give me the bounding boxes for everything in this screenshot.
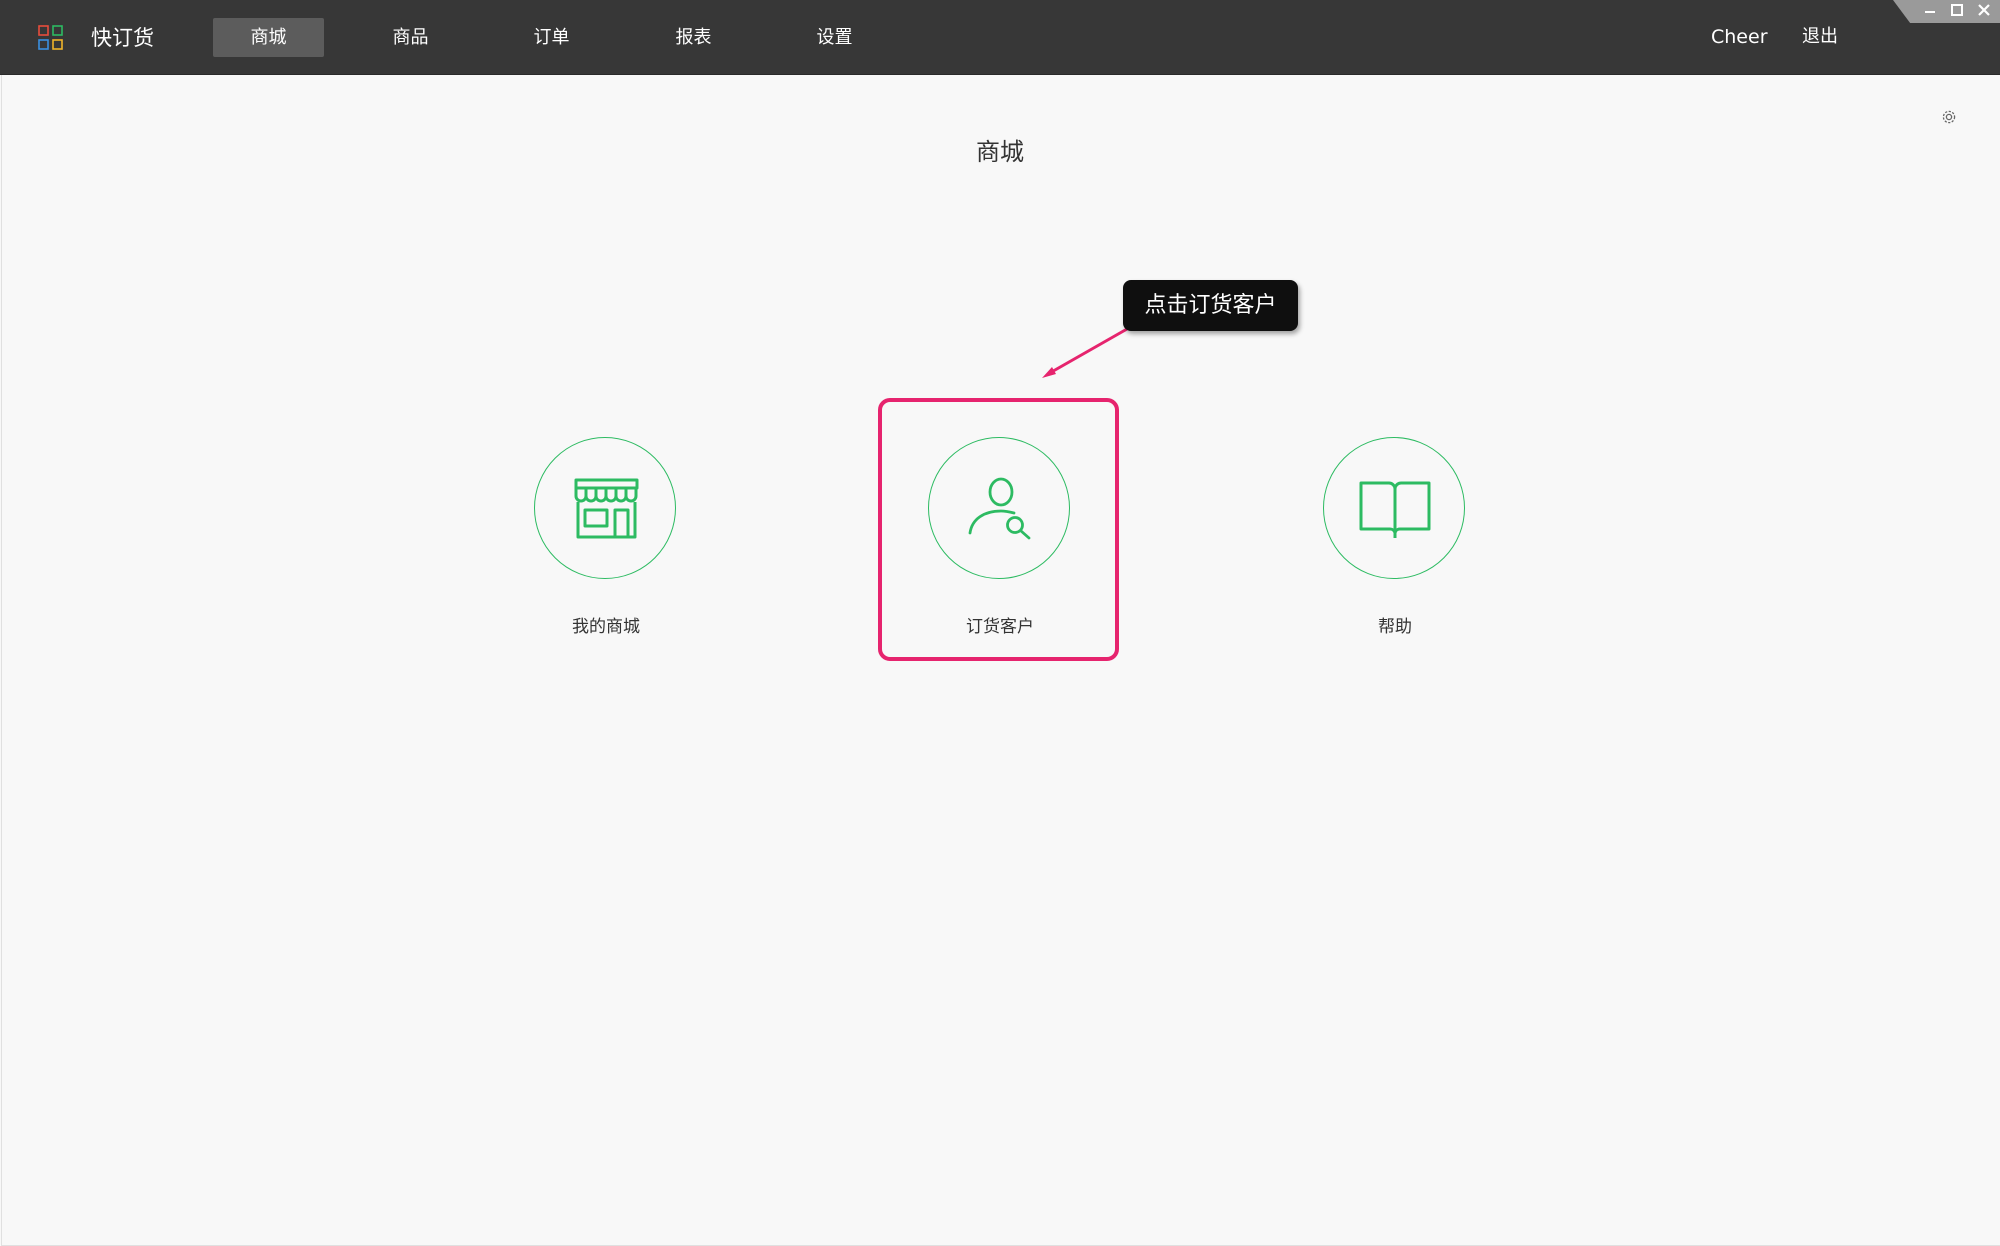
annotation-callout: 点击订货客户 <box>1123 280 1298 331</box>
nav-item-orders[interactable]: 订单 <box>496 18 607 57</box>
app-name: 快订货 <box>91 26 154 50</box>
gear-icon[interactable] <box>1940 108 1958 126</box>
help-label: 帮助 <box>1378 617 1412 637</box>
nav-item-mall[interactable]: 商城 <box>213 18 324 57</box>
help-circle <box>1323 437 1465 579</box>
grid-logo-icon <box>38 25 63 50</box>
top-navigation-bar: 快订货 商城 商品 订单 报表 设置 Cheer 退出 <box>0 0 2000 75</box>
highlight-box <box>878 398 1119 661</box>
my-mall-circle <box>534 437 676 579</box>
minimize-icon[interactable] <box>1919 0 1941 22</box>
close-icon[interactable] <box>1973 0 1995 22</box>
nav-item-settings[interactable]: 设置 <box>779 18 890 57</box>
book-icon <box>1359 481 1431 538</box>
my-mall-label: 我的商城 <box>572 617 640 637</box>
user-name[interactable]: Cheer <box>1711 24 1768 50</box>
page-title: 商城 <box>976 138 1024 166</box>
logout-link[interactable]: 退出 <box>1802 24 1838 50</box>
maximize-icon[interactable] <box>1946 0 1968 22</box>
nav-item-reports[interactable]: 报表 <box>638 18 749 57</box>
window-controls <box>1893 0 2000 23</box>
nav-item-products[interactable]: 商品 <box>355 18 466 57</box>
storefront-icon <box>574 478 639 539</box>
